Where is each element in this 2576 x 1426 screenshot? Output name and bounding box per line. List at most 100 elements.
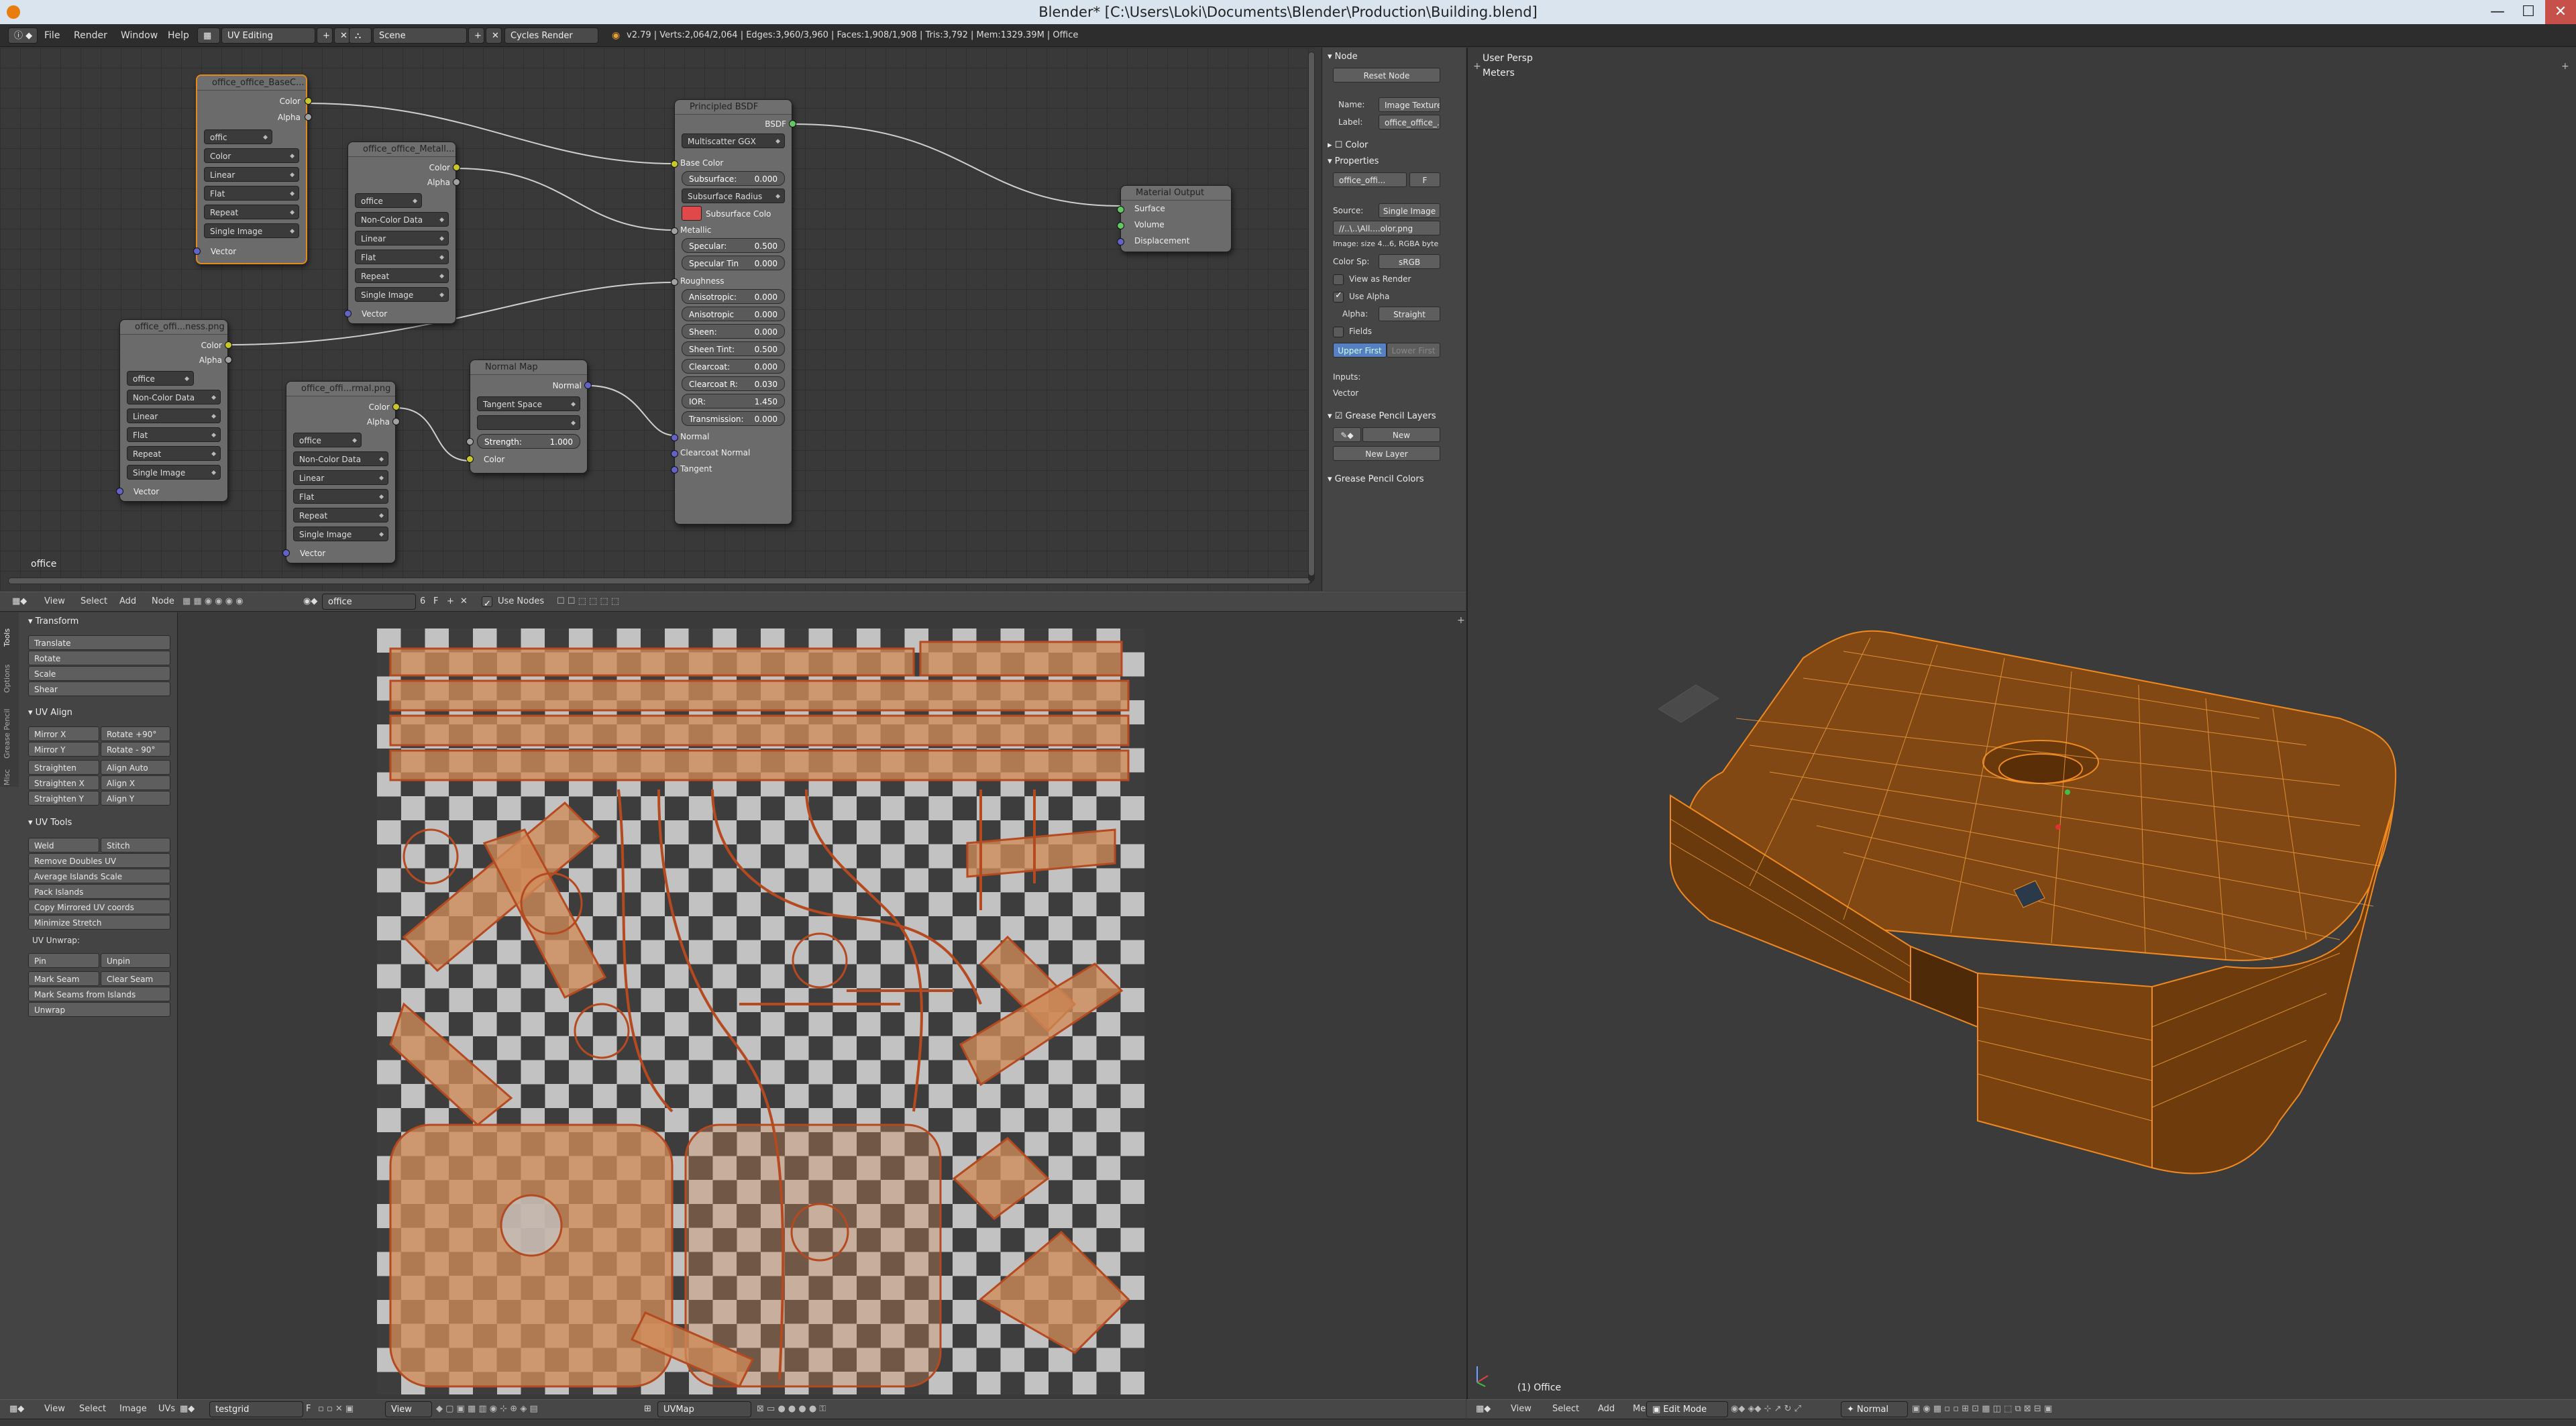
shading-pivot-icons[interactable]: ◉◆ ◈◆ ⊹ ↗ ↻ ⤢ — [1731, 1400, 1801, 1419]
screen-add-button[interactable]: + — [317, 28, 333, 44]
sidebar-toggle-icon[interactable]: + — [1457, 615, 1465, 626]
socket-normal-in[interactable] — [671, 434, 678, 441]
socket-alpha-out[interactable] — [305, 113, 312, 121]
office-mesh[interactable] — [1468, 48, 2576, 1399]
anisotropic-field[interactable]: Anisotropic: 0.000 — [682, 289, 785, 304]
distribution-dropdown[interactable]: Multiscatter GGX — [682, 133, 785, 148]
normal-map-node[interactable]: Normal Map Normal Tangent Space Strength… — [466, 360, 592, 474]
uv-map-field[interactable] — [477, 415, 580, 430]
editor-type-icon[interactable]: ▦◆ — [12, 592, 27, 611]
uv-island[interactable] — [792, 932, 848, 989]
mesh-front-face[interactable] — [1977, 972, 2153, 1169]
uv-island[interactable] — [919, 641, 1123, 677]
uv-island[interactable] — [389, 749, 1130, 781]
menu-window[interactable]: Window — [121, 24, 158, 47]
uv-island[interactable] — [574, 1003, 630, 1059]
clearcoat-roughness-field[interactable]: Clearcoat R: 0.030 — [682, 376, 785, 391]
socket-ccnormal-in[interactable] — [671, 450, 678, 457]
anisotropic-rotation-field[interactable]: Anisotropic 0.000 — [682, 307, 785, 321]
uvmap-field[interactable]: UVMap — [657, 1401, 751, 1417]
uv-island[interactable] — [389, 679, 1130, 712]
projection-dropdown[interactable]: Flat — [204, 186, 299, 201]
image-name-field[interactable]: testgrid — [209, 1401, 303, 1417]
material-fake-user-icon[interactable]: F — [433, 592, 438, 611]
screen-layout-icon[interactable]: ▦ — [197, 28, 220, 44]
specular-tint-field[interactable]: Specular Tin 0.000 — [682, 256, 785, 270]
screen-layout-field[interactable]: UV Editing — [221, 28, 315, 44]
light-object[interactable] — [1658, 684, 1719, 723]
rotate-minus90-button[interactable]: Rotate - 90° — [101, 742, 170, 757]
material-browse-icon[interactable]: ◉◆ — [303, 592, 317, 611]
tab-misc[interactable]: Misc — [3, 761, 11, 785]
close-button[interactable]: ✕ — [2545, 0, 2576, 24]
scene-field[interactable]: Scene — [373, 28, 467, 44]
socket-strength-in[interactable] — [466, 438, 474, 445]
scene-add-button[interactable]: + — [468, 28, 484, 44]
horizontal-scrollbar[interactable] — [8, 578, 1312, 584]
socket-color-out[interactable] — [225, 341, 232, 349]
menu-help[interactable]: Help — [168, 24, 189, 47]
align-auto-button[interactable]: Align Auto — [101, 760, 170, 775]
average-islands-scale-button[interactable]: Average Islands Scale — [28, 869, 170, 883]
menu-select[interactable]: Select — [80, 592, 107, 611]
menu-select[interactable]: Select — [1552, 1400, 1579, 1419]
source-dropdown[interactable]: Single Image — [127, 465, 221, 480]
rotate-button[interactable]: Rotate — [28, 651, 170, 665]
rotate-plus90-button[interactable]: Rotate +90° — [101, 726, 170, 741]
color-space-dropdown[interactable]: Color — [204, 148, 299, 163]
interpolation-dropdown[interactable]: Linear — [293, 470, 388, 485]
subsurface-color-swatch[interactable] — [682, 206, 702, 221]
principled-bsdf-node[interactable]: Principled BSDF BSDF Multiscatter GGX Ba… — [671, 99, 796, 525]
scene-icon[interactable]: ⛬ — [349, 28, 372, 44]
source-dropdown[interactable]: Single Image — [1379, 203, 1440, 218]
mesh-side-face-notch[interactable] — [1910, 945, 1978, 1028]
colorspace-dropdown[interactable]: sRGB — [1379, 254, 1440, 269]
view-mode-dropdown[interactable]: View — [385, 1401, 432, 1417]
node-editor[interactable]: office_office_BaseC... Color Alpha offic… — [0, 48, 1315, 591]
uv-islands-overlay[interactable] — [377, 628, 1144, 1394]
node-label-field[interactable]: office_office_... — [1379, 115, 1440, 129]
menu-file[interactable]: File — [44, 24, 60, 47]
source-dropdown[interactable]: Single Image — [293, 527, 388, 541]
image-selector[interactable]: office — [127, 371, 194, 386]
extension-dropdown[interactable]: Repeat — [355, 268, 449, 283]
node-name-field[interactable]: Image Texture — [1379, 97, 1440, 112]
uv-island[interactable] — [402, 828, 459, 885]
menu-image[interactable]: Image — [119, 1400, 147, 1419]
projection-dropdown[interactable]: Flat — [127, 427, 221, 442]
strength-field[interactable]: Strength: 1.000 — [477, 434, 580, 449]
pack-islands-button[interactable]: Pack Islands — [28, 884, 170, 899]
material-name-field[interactable]: office — [322, 594, 416, 610]
menu-uvs[interactable]: UVs — [158, 1400, 175, 1419]
shear-button[interactable]: Shear — [28, 681, 170, 696]
image-texture-node-roughness[interactable]: office_offi...ness.png Color Alpha offic… — [116, 319, 232, 502]
socket-color-in[interactable] — [466, 455, 474, 463]
clearcoat-field[interactable]: Clearcoat: 0.000 — [682, 359, 785, 374]
grease-pencil-source-button[interactable]: ✎◆ — [1333, 427, 1361, 442]
extension-dropdown[interactable]: Repeat — [127, 446, 221, 461]
image-texture-node-metallic[interactable]: office_office_Metall... Color Alpha offi… — [344, 142, 460, 324]
scale-button[interactable]: Scale — [28, 666, 170, 681]
maximize-button[interactable]: ☐ — [2513, 0, 2544, 24]
menu-view[interactable]: View — [44, 1400, 65, 1419]
vertical-scrollbar[interactable] — [1308, 52, 1315, 582]
grease-pencil-new-layer-button[interactable]: New Layer — [1333, 446, 1440, 461]
material-output-node[interactable]: Material Output Surface Volume Displacem… — [1117, 185, 1232, 252]
space-dropdown[interactable]: Tangent Space — [477, 396, 580, 411]
stitch-button[interactable]: Stitch — [101, 838, 170, 853]
uvmap-icon[interactable]: ⊞ — [644, 1400, 651, 1419]
mirror-x-button[interactable]: Mirror X — [28, 726, 99, 741]
pin-button[interactable]: Pin — [28, 953, 99, 968]
socket-displacement-in[interactable] — [1117, 238, 1124, 245]
weld-button[interactable]: Weld — [28, 838, 99, 853]
editor-type-icon[interactable]: ▦◆ — [1476, 1400, 1491, 1419]
socket-color-out[interactable] — [453, 164, 460, 171]
image-fake-user-button[interactable]: F — [1409, 172, 1440, 187]
unwrap-button[interactable]: Unwrap — [28, 1002, 170, 1017]
transform-orientation-dropdown[interactable]: ✦ Normal — [1841, 1401, 1908, 1417]
remove-doubles-uv-button[interactable]: Remove Doubles UV — [28, 853, 170, 868]
image-selector[interactable]: office — [293, 433, 362, 447]
tab-options[interactable]: Options — [3, 653, 11, 693]
socket-alpha-out[interactable] — [453, 178, 460, 186]
uv-island[interactable] — [952, 1137, 1050, 1220]
